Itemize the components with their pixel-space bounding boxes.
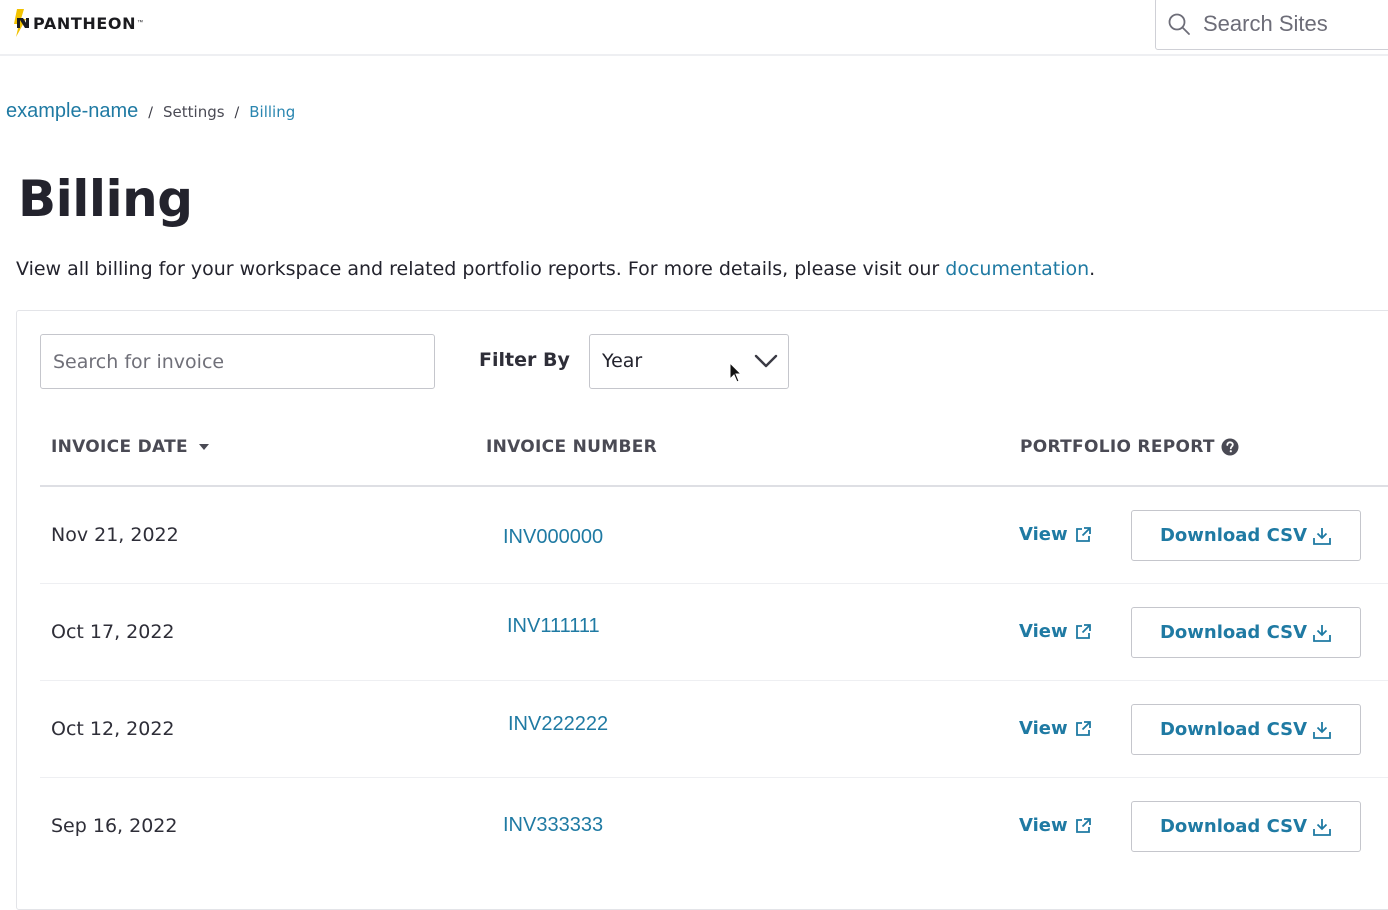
breadcrumb-settings-link[interactable]: Settings xyxy=(163,103,225,121)
table-row: Sep 16, 2022 INV333333 View Download CSV xyxy=(40,778,1388,875)
download-csv-button[interactable]: Download CSV xyxy=(1131,801,1361,852)
download-csv-label: Download CSV xyxy=(1159,719,1308,740)
external-link-icon xyxy=(1075,623,1091,639)
view-report-label: View xyxy=(1019,718,1068,739)
breadcrumb-current-billing: Billing xyxy=(249,103,296,121)
download-csv-button[interactable]: Download CSV xyxy=(1131,607,1361,658)
logo-trademark: ™ xyxy=(137,20,144,26)
download-icon xyxy=(1313,818,1331,836)
download-csv-button[interactable]: Download CSV xyxy=(1131,510,1361,561)
invoice-date: Nov 21, 2022 xyxy=(51,524,179,546)
download-csv-label: Download CSV xyxy=(1159,622,1308,643)
download-icon xyxy=(1313,721,1331,739)
search-icon xyxy=(1168,13,1190,35)
invoice-number-link[interactable]: INV000000 xyxy=(503,526,603,549)
table-row: Oct 17, 2022 INV111111 View Download CSV xyxy=(40,584,1388,681)
chevron-down-icon xyxy=(754,354,778,368)
filter-select-value: Year xyxy=(602,350,643,372)
breadcrumb-separator: / xyxy=(148,105,154,121)
column-header-invoice-number: INVOICE NUMBER xyxy=(486,437,657,457)
external-link-icon xyxy=(1075,817,1091,833)
logo-text: PANTHEON xyxy=(33,13,137,33)
external-link-icon xyxy=(1075,720,1091,736)
invoice-date: Oct 17, 2022 xyxy=(51,621,175,643)
view-report-link[interactable]: View xyxy=(1019,718,1092,739)
pantheon-logo[interactable]: PANTHEON ™ xyxy=(14,9,143,37)
view-report-label: View xyxy=(1019,621,1068,642)
view-report-label: View xyxy=(1019,815,1068,836)
site-search-box[interactable] xyxy=(1155,0,1388,50)
view-report-label: View xyxy=(1019,524,1068,545)
page-description-end: . xyxy=(1089,258,1096,280)
column-header-portfolio-report: PORTFOLIO REPORT xyxy=(1020,437,1239,457)
view-report-link[interactable]: View xyxy=(1019,621,1092,642)
filter-year-select[interactable]: Year xyxy=(589,334,789,389)
breadcrumb: example-name / Settings / Billing xyxy=(6,100,295,123)
invoice-search-input[interactable] xyxy=(40,334,435,389)
download-csv-label: Download CSV xyxy=(1159,525,1308,546)
sort-down-icon xyxy=(198,444,209,450)
invoice-number-link[interactable]: INV333333 xyxy=(503,814,603,837)
external-link-icon xyxy=(1075,526,1091,542)
search-sites-input[interactable] xyxy=(1201,10,1388,38)
page-description: View all billing for your workspace and … xyxy=(16,258,1095,280)
breadcrumb-separator: / xyxy=(234,105,240,121)
help-icon[interactable] xyxy=(1221,438,1239,456)
column-header-portfolio-report-label: PORTFOLIO REPORT xyxy=(1020,437,1215,457)
download-icon xyxy=(1313,624,1331,642)
view-report-link[interactable]: View xyxy=(1019,815,1092,836)
pantheon-logo-mark-icon xyxy=(14,9,29,37)
invoice-date: Sep 16, 2022 xyxy=(51,815,178,837)
page-title: Billing xyxy=(18,170,193,228)
column-header-invoice-date-label: INVOICE DATE xyxy=(51,437,188,457)
column-header-invoice-date[interactable]: INVOICE DATE xyxy=(51,437,210,457)
invoice-number-link[interactable]: INV111111 xyxy=(507,615,600,638)
column-header-invoice-number-label: INVOICE NUMBER xyxy=(486,437,658,457)
page-description-text: View all billing for your workspace and … xyxy=(16,258,946,280)
invoice-number-link[interactable]: INV222222 xyxy=(508,713,608,736)
view-report-link[interactable]: View xyxy=(1019,524,1092,545)
filter-by-label: Filter By xyxy=(479,349,570,371)
table-row: Oct 12, 2022 INV222222 View Download CSV xyxy=(40,681,1388,778)
table-row: Nov 21, 2022 INV000000 View Download CSV xyxy=(40,487,1388,584)
breadcrumb-workspace-link[interactable]: example-name xyxy=(6,100,138,123)
invoice-date: Oct 12, 2022 xyxy=(51,718,175,740)
top-bar: PANTHEON ™ xyxy=(0,0,1388,56)
download-icon xyxy=(1313,527,1331,545)
download-csv-button[interactable]: Download CSV xyxy=(1131,704,1361,755)
documentation-link[interactable]: documentation xyxy=(945,258,1089,280)
download-csv-label: Download CSV xyxy=(1159,816,1308,837)
